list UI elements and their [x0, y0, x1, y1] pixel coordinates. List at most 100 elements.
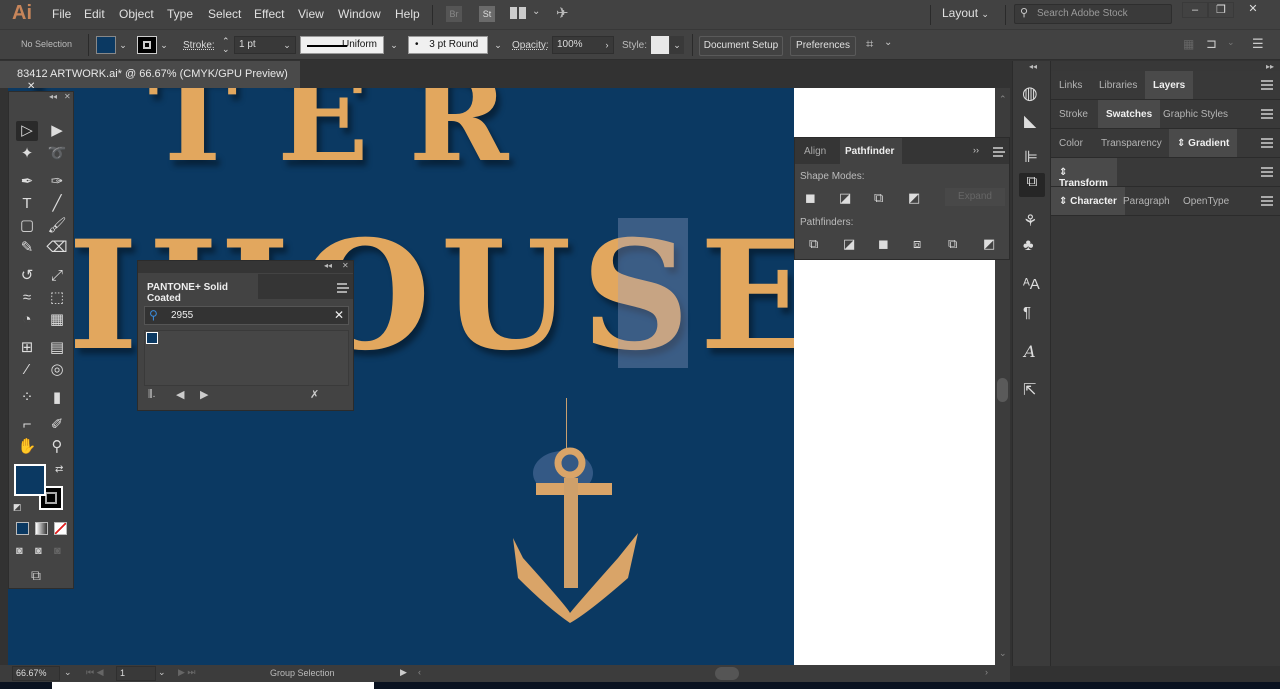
tab-character[interactable]: ⇕ Character — [1051, 187, 1125, 215]
paintbrush-tool[interactable]: 🖌 — [46, 216, 68, 236]
type-tool[interactable]: T — [16, 194, 38, 214]
minus-front-icon[interactable]: ◪ — [839, 190, 851, 206]
merge-icon[interactable]: ◼ — [878, 236, 889, 252]
arrange-documents-icon[interactable] — [510, 7, 526, 19]
menu-select[interactable]: Select — [208, 7, 241, 21]
chevron-down-icon[interactable]: ⌄ — [158, 667, 166, 678]
restore-button[interactable]: ❐ — [1208, 2, 1234, 18]
chevron-down-icon[interactable]: ⌄ — [491, 36, 505, 54]
chevron-right-icon[interactable]: › — [600, 36, 614, 54]
perspective-grid-tool[interactable]: ▦ — [46, 310, 68, 330]
horizontal-scroll-thumb[interactable] — [715, 667, 739, 680]
panel-menu-icon[interactable] — [1261, 109, 1273, 119]
draw-inside-icon[interactable]: ◙ — [54, 545, 61, 557]
chevron-down-icon[interactable]: ⌄ — [280, 36, 294, 54]
taskbar-item[interactable] — [52, 682, 374, 689]
stroke-dropdown[interactable]: ⌄ — [157, 36, 171, 54]
align-grid-icon[interactable]: ▦ — [1183, 37, 1194, 51]
menu-view[interactable]: View — [298, 7, 324, 21]
pantone-tab[interactable]: PANTONE+ Solid Coated — [138, 274, 258, 304]
stock-search-input[interactable]: Search Adobe Stock — [1014, 4, 1172, 24]
document-tab[interactable]: 83412 ARTWORK.ai* @ 66.67% (CMYK/GPU Pre… — [0, 61, 300, 92]
tab-align[interactable]: Align — [795, 138, 840, 164]
tab-stroke[interactable]: Stroke — [1051, 100, 1096, 128]
free-transform-tool[interactable]: ⬚ — [46, 288, 68, 308]
direct-selection-tool[interactable]: ▶ — [46, 121, 68, 141]
scroll-right-icon[interactable]: › — [985, 667, 988, 677]
eyedropper-tool[interactable]: ⁄ — [16, 360, 38, 380]
expand-panel-icon[interactable]: ›› — [973, 145, 979, 155]
rotate-tool[interactable]: ↺ — [16, 266, 38, 286]
align-panel-icon[interactable]: ⊫ — [1024, 147, 1038, 167]
chevron-down-icon[interactable]: ⌄ — [532, 6, 540, 17]
tab-gradient[interactable]: ⇕ Gradient — [1169, 129, 1238, 157]
gradient-tool[interactable]: ▤ — [46, 338, 68, 358]
menu-edit[interactable]: Edit — [84, 7, 105, 21]
menu-file[interactable]: File — [52, 7, 71, 21]
status-menu-icon[interactable]: ▶ — [400, 667, 407, 678]
symbol-sprayer-tool[interactable]: ⁘ — [16, 388, 38, 408]
brushes-panel-icon[interactable]: ◍ — [1022, 83, 1038, 104]
swap-colors-icon[interactable]: ⇄ — [55, 464, 63, 475]
scroll-down-icon[interactable]: ⌄ — [999, 648, 1007, 659]
pathfinder-panel-icon[interactable]: ⧉ — [1019, 173, 1045, 197]
warp-tool[interactable]: ≈ — [16, 288, 38, 308]
menu-help[interactable]: Help — [395, 7, 420, 21]
library-tools-icon[interactable]: ✗ — [310, 388, 319, 401]
artboard-canvas[interactable]: S TER IHOUSE — [8, 88, 794, 665]
none-mode-button[interactable] — [54, 522, 67, 535]
rectangle-tool[interactable]: ▢ — [16, 216, 38, 236]
paragraph-styles-icon[interactable]: ¶ — [1023, 304, 1031, 321]
transform-icon[interactable]: ⊐ — [1206, 36, 1217, 52]
select-similar-icon[interactable]: ⌗ — [866, 36, 873, 52]
tab-links[interactable]: Links — [1051, 71, 1090, 99]
crop-icon[interactable]: ⧈ — [913, 236, 921, 252]
hand-tool[interactable]: ✋ — [16, 437, 38, 457]
scroll-left-icon[interactable]: ‹ — [418, 667, 421, 677]
panel-menu-icon[interactable] — [1261, 80, 1273, 90]
close-window-button[interactable]: ✕ — [1240, 2, 1266, 18]
zoom-level-field[interactable]: 66.67% — [12, 666, 60, 681]
stroke-swatch[interactable] — [137, 36, 157, 54]
current-tool-status[interactable]: Group Selection — [270, 668, 335, 678]
scroll-thumb[interactable] — [997, 378, 1008, 402]
collapse-icon[interactable]: ◂◂ — [324, 261, 332, 270]
graph-tool[interactable]: ▮ — [46, 388, 68, 408]
brush-definition[interactable]: • 3 pt Round — [408, 36, 488, 54]
scroll-up-icon[interactable]: ⌃ — [999, 94, 1007, 105]
last-artboard-icon[interactable]: ▶ ⏭ — [178, 667, 196, 678]
collapse-icon[interactable]: ◂◂ — [1029, 62, 1037, 71]
clear-search-icon[interactable]: ✕ — [334, 308, 344, 322]
panel-titlebar[interactable] — [138, 261, 353, 273]
artboard-number-field[interactable]: 1 — [116, 666, 156, 681]
fill-swatch[interactable] — [96, 36, 116, 54]
pantone-swatch[interactable] — [146, 332, 158, 344]
lasso-tool[interactable]: ➰ — [46, 144, 68, 164]
stock-icon[interactable]: St — [479, 6, 495, 22]
gradient-mode-button[interactable] — [35, 522, 48, 535]
shape-builder-tool[interactable]: ◔ — [16, 310, 38, 330]
close-icon[interactable]: ✕ — [64, 92, 71, 101]
stroke-label[interactable]: Stroke: — [183, 40, 215, 51]
magic-wand-tool[interactable]: ✦ — [16, 144, 38, 164]
character-styles-icon[interactable]: ᴬA — [1023, 276, 1040, 293]
collapse-icon[interactable]: ◂◂ — [49, 92, 57, 101]
tab-swatches[interactable]: Swatches — [1098, 100, 1161, 128]
fill-color-box[interactable] — [14, 464, 46, 496]
graphic-style-swatch[interactable] — [651, 36, 669, 54]
unite-icon[interactable]: ◼ — [805, 190, 816, 206]
menu-effect[interactable]: Effect — [254, 7, 284, 21]
mesh-tool[interactable]: ⊞ — [16, 338, 38, 358]
chevron-down-icon[interactable]: ⌄ — [64, 667, 72, 678]
tab-pathfinder[interactable]: Pathfinder — [840, 138, 902, 164]
chevron-down-icon[interactable]: ⌄ — [1227, 37, 1235, 48]
clubs-symbol-icon[interactable]: ♣ — [1023, 237, 1034, 255]
next-library-icon[interactable]: ▶ — [200, 388, 208, 401]
selection-tool[interactable]: ▷ — [16, 121, 38, 141]
bridge-icon[interactable]: Br — [446, 6, 462, 22]
chevron-down-icon[interactable]: ⌄ — [387, 36, 401, 54]
minus-back-icon[interactable]: ◩ — [983, 236, 995, 252]
swatch-search-input[interactable]: ⚲ 2955 ✕ — [144, 306, 349, 325]
panel-menu-icon[interactable] — [1261, 196, 1273, 206]
menu-object[interactable]: Object — [119, 7, 154, 21]
